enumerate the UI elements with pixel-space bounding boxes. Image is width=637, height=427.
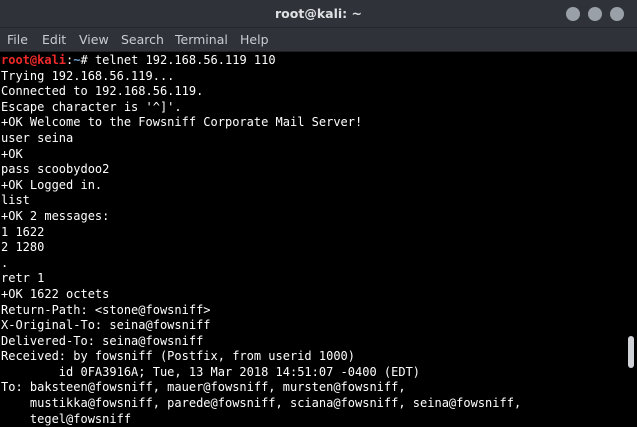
window-title: root@kali: ~ <box>275 6 362 21</box>
prompt-symbol: # <box>80 53 95 67</box>
scroll-thumb[interactable] <box>628 336 634 368</box>
output-line: retr 1 <box>1 271 45 286</box>
output-line: Trying 192.168.56.119... <box>1 68 175 83</box>
prompt-line: root@kali:~# telnet 192.168.56.119 110 <box>1 53 624 69</box>
terminal-window: root@kali: ~ File Edit View Search Termi… <box>0 0 637 427</box>
output-line: Escape character is '^]'. <box>1 99 182 114</box>
close-button[interactable] <box>610 7 624 21</box>
output-line: Received: by fowsniff (Postfix, from use… <box>1 349 356 364</box>
output-line: user seina <box>1 130 74 145</box>
output-line: . <box>1 255 9 270</box>
menu-search[interactable]: Search <box>121 32 164 48</box>
menu-bar: File Edit View Search Terminal Help <box>0 28 637 52</box>
scrollbar[interactable] <box>624 52 637 427</box>
output-line: 1 1622 <box>1 224 45 239</box>
maximize-button[interactable] <box>588 7 602 21</box>
output-line: Delivered-To: seina@fowsniff <box>1 333 204 348</box>
output-line: pass scoobydoo2 <box>1 162 110 177</box>
output-line: 2 1280 <box>1 240 45 255</box>
menu-terminal[interactable]: Terminal <box>175 32 228 48</box>
prompt-command: telnet 192.168.56.119 110 <box>94 53 276 67</box>
output-line: tegel@fowsniff <box>1 411 132 426</box>
menu-file[interactable]: File <box>7 32 28 48</box>
output-line: To: baksteen@fowsniff, mauer@fowsniff, m… <box>1 380 406 395</box>
output-line: X-Original-To: seina@fowsniff <box>1 318 211 333</box>
prompt-user-host: root@kali <box>1 53 67 67</box>
output-line: mustikka@fowsniff, parede@fowsniff, scia… <box>1 396 522 411</box>
terminal-output[interactable]: root@kali:~# telnet 192.168.56.119 110 T… <box>0 52 624 427</box>
menu-edit[interactable]: Edit <box>42 32 66 48</box>
title-bar[interactable]: root@kali: ~ <box>0 0 637 28</box>
output-line: +OK Logged in. <box>1 177 103 192</box>
output-line: Connected to 192.168.56.119. <box>1 84 204 99</box>
menu-help[interactable]: Help <box>240 32 269 48</box>
output-line: +OK <box>1 146 23 161</box>
output-line: +OK 2 messages: <box>1 208 110 223</box>
output-line: id 0FA3916A; Tue, 13 Mar 2018 14:51:07 -… <box>1 364 421 379</box>
output-line: +OK 1622 octets <box>1 286 110 301</box>
output-line: +OK Welcome to the Fowsniff Corporate Ma… <box>1 115 363 130</box>
output-line: Return-Path: <stone@fowsniff> <box>1 302 211 317</box>
minimize-button[interactable] <box>566 7 580 21</box>
output-line: list <box>1 193 30 208</box>
prompt-path: ~ <box>73 53 81 67</box>
menu-view[interactable]: View <box>79 32 109 48</box>
